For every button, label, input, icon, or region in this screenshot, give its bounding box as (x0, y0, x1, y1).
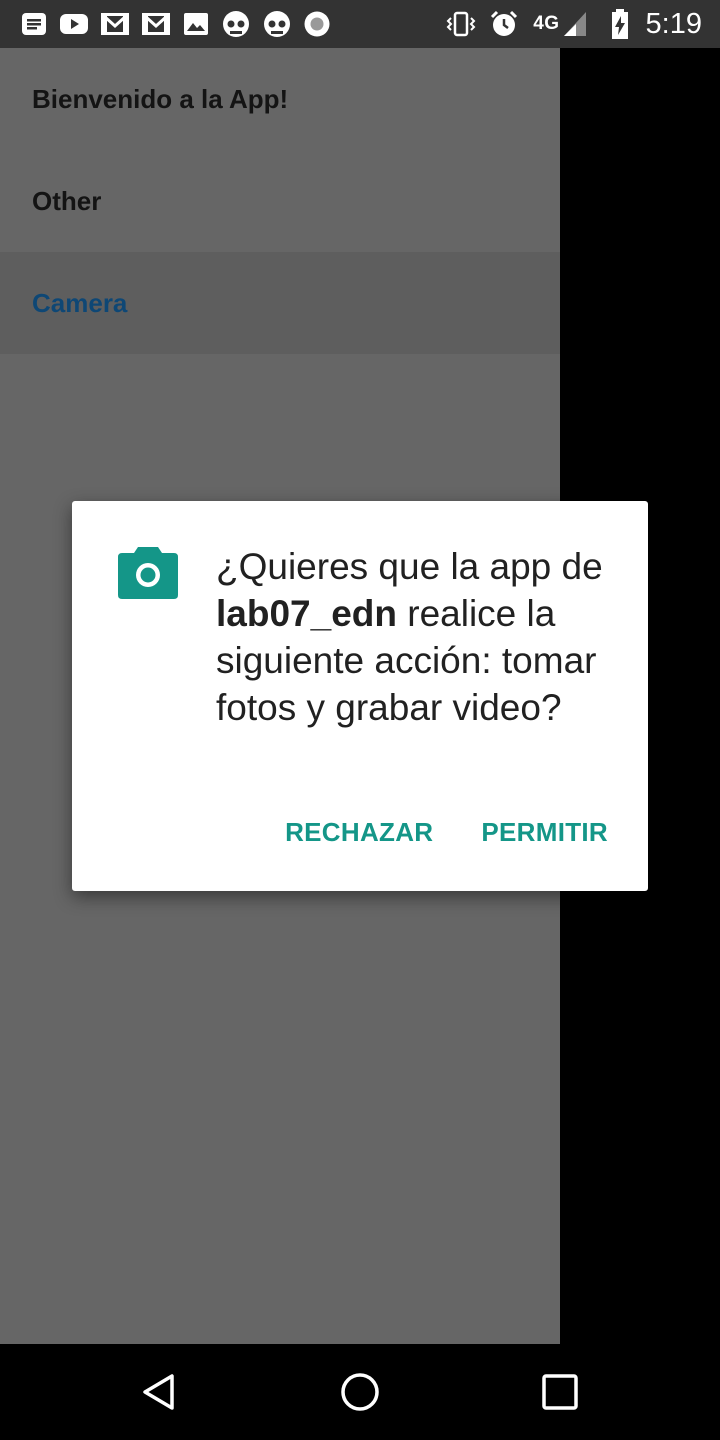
clock: 5:19 (645, 7, 702, 40)
gmail-icon (100, 11, 130, 37)
skull-icon (262, 10, 292, 38)
message-prefix: ¿Quieres que la app de (216, 546, 603, 587)
deny-button[interactable]: RECHAZAR (285, 817, 433, 848)
battery-charging-icon (610, 8, 630, 40)
screen: 4G 5:19 Bienvenido a la App! Other Camer… (0, 0, 720, 1440)
notification-icons (20, 10, 342, 38)
vibrate-icon (445, 10, 477, 38)
skull-icon (221, 10, 251, 38)
allow-button[interactable]: PERMITIR (481, 817, 608, 848)
back-icon[interactable] (140, 1372, 180, 1412)
drawer-item-camera[interactable]: Camera (0, 252, 560, 354)
system-icons: 4G 5:19 (433, 8, 702, 41)
status-bar: 4G 5:19 (0, 0, 720, 48)
permission-dialog: ¿Quieres que la app de lab07_edn realice… (72, 501, 648, 891)
drawer-item-label: Other (32, 185, 102, 216)
permission-message: ¿Quieres que la app de lab07_edn realice… (216, 543, 616, 731)
alarm-icon (489, 9, 519, 39)
drawer-item-label: Camera (32, 287, 128, 318)
home-icon[interactable] (340, 1372, 380, 1412)
app-name: lab07_edn (216, 593, 397, 634)
news-icon (20, 11, 48, 37)
drawer-item-welcome[interactable]: Bienvenido a la App! (0, 48, 560, 150)
camera-icon (118, 543, 178, 599)
network-type: 4G (533, 13, 560, 34)
youtube-icon (59, 12, 89, 36)
dialog-actions: RECHAZAR PERMITIR (285, 817, 608, 848)
drawer-item-other[interactable]: Other (0, 150, 560, 252)
signal-icon (562, 10, 588, 38)
record-icon (303, 10, 331, 38)
image-icon (182, 11, 210, 37)
gmail-icon (141, 11, 171, 37)
recents-icon[interactable] (540, 1372, 580, 1412)
navigation-bar (0, 1344, 720, 1440)
drawer-item-label: Bienvenido a la App! (32, 83, 289, 114)
